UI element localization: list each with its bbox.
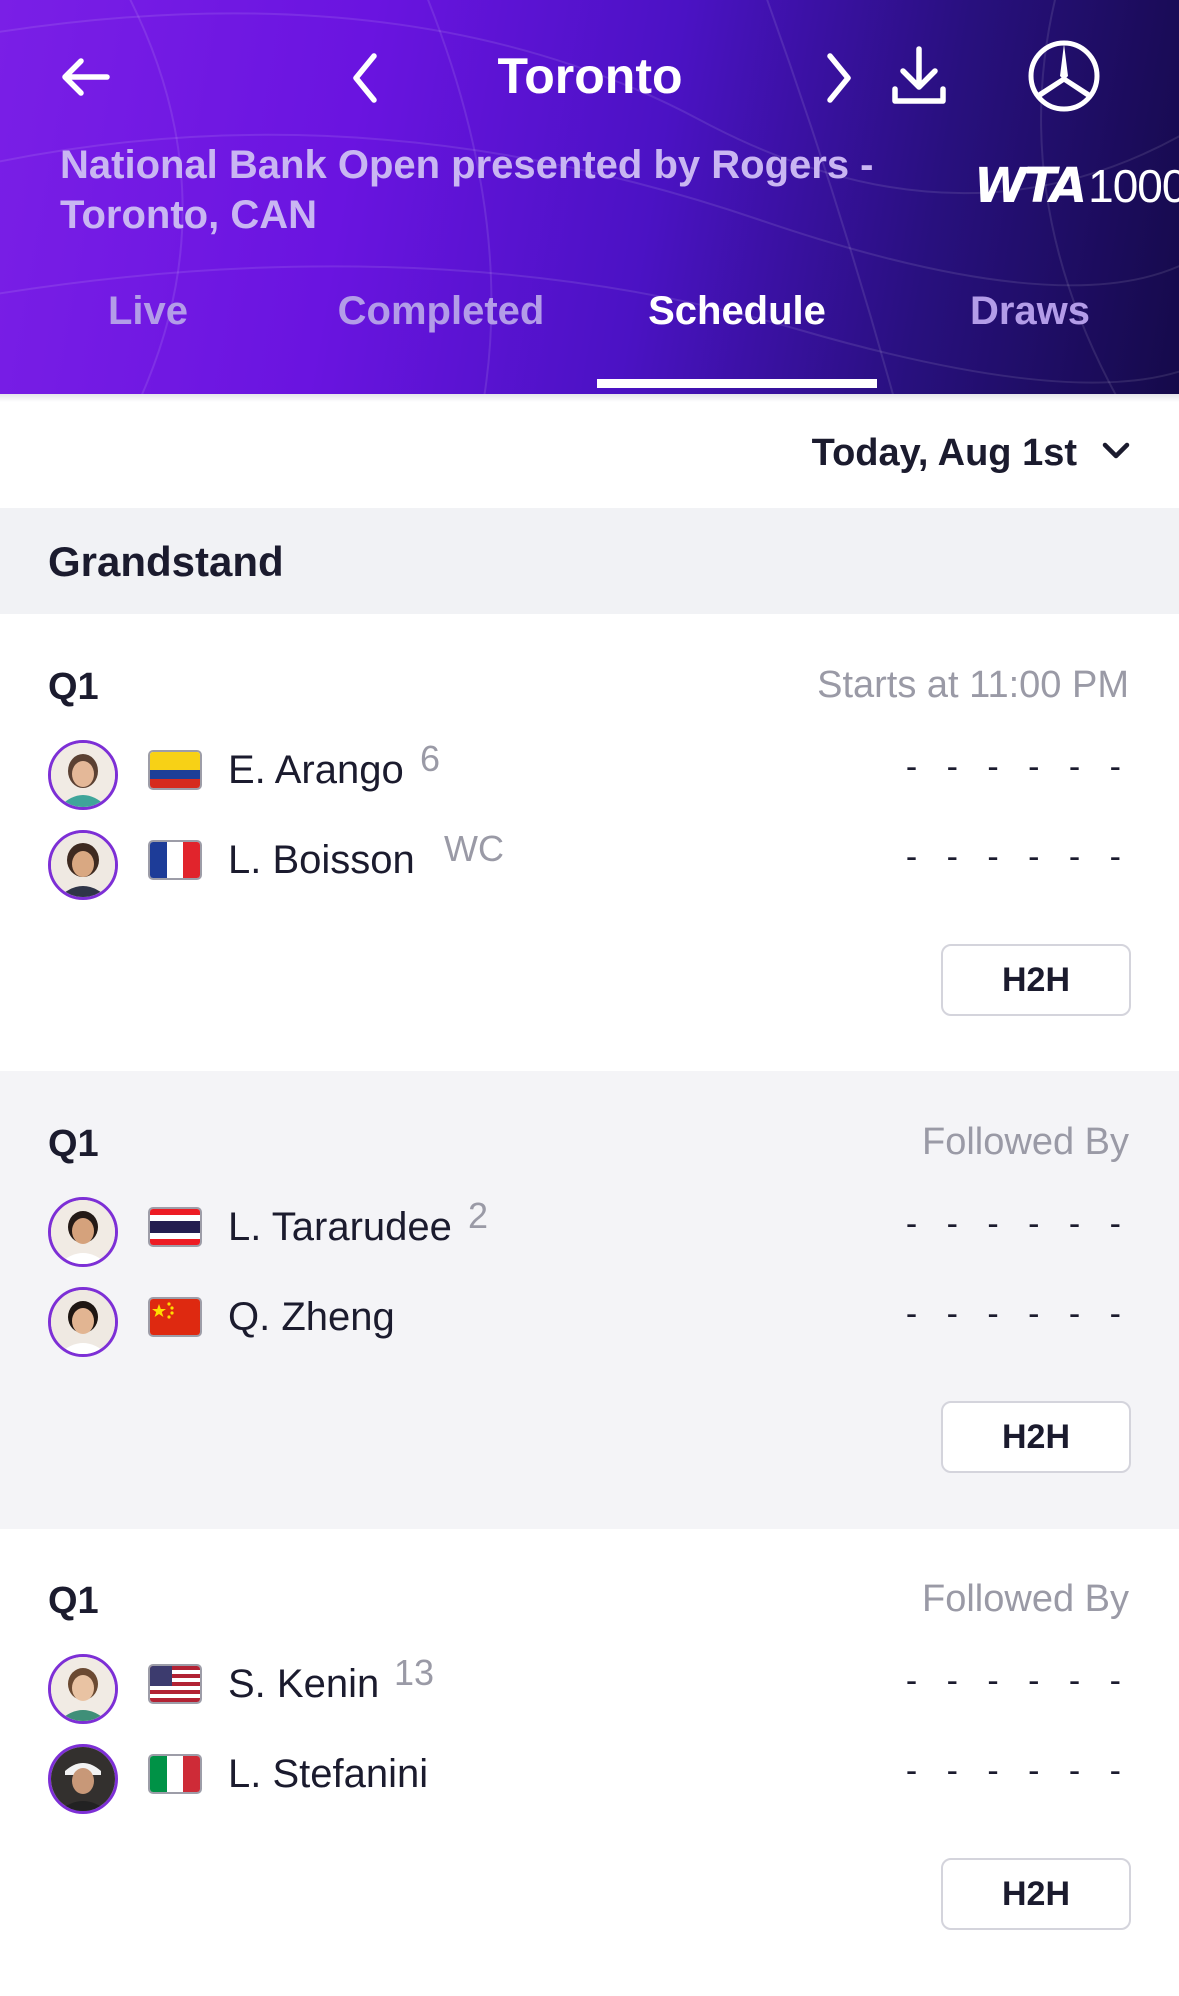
player-row[interactable]: E. Arango 6 - - - - - - <box>48 738 1131 810</box>
h2h-button[interactable]: H2H <box>941 1401 1131 1473</box>
player-score: - - - - - - <box>905 1752 1131 1790</box>
download-icon[interactable] <box>884 40 954 114</box>
flag-italy-icon <box>148 1754 202 1794</box>
player-row[interactable]: S. Kenin 13 - - - - - - <box>48 1652 1131 1724</box>
player-row[interactable]: L. Stefanini - - - - - - <box>48 1742 1131 1814</box>
flag-colombia-icon <box>148 750 202 790</box>
player-name: E. Arango <box>228 748 404 792</box>
player-avatar <box>48 830 118 900</box>
player-avatar <box>48 1197 118 1267</box>
player-avatar <box>48 1287 118 1357</box>
tab-schedule[interactable]: Schedule <box>620 278 854 344</box>
chevron-left-icon[interactable] <box>338 46 392 110</box>
tournament-name-line-2: Toronto, CAN <box>60 193 317 237</box>
tournament-name-line-1: National Bank Open presented by Rogers - <box>60 143 874 187</box>
match-card[interactable]: Q1 Starts at 11:00 PM E. Arango 6 - - - … <box>0 614 1179 1072</box>
match-status: Followed By <box>922 1578 1129 1620</box>
date-label: Today, Aug 1st <box>811 432 1077 474</box>
match-status: Starts at 11:00 PM <box>817 664 1129 706</box>
wta-1000-logo: WTA 1000 <box>974 158 1179 214</box>
court-header: Grandstand <box>0 508 1179 614</box>
player-score: - - - - - - <box>905 1205 1131 1243</box>
player-avatar <box>48 1744 118 1814</box>
header-shadow <box>0 394 1179 402</box>
player-name: L. Boisson <box>228 838 415 882</box>
flag-china-icon <box>148 1297 202 1337</box>
tournament-header: Toronto National Bank Open presented by … <box>0 0 1179 394</box>
back-arrow-icon[interactable] <box>50 46 120 108</box>
player-name: S. Kenin <box>228 1662 380 1706</box>
tab-live[interactable]: Live <box>60 278 236 344</box>
tab-completed[interactable]: Completed <box>320 278 562 344</box>
player-avatar <box>48 1654 118 1724</box>
player-score: - - - - - - <box>905 1295 1131 1333</box>
player-name: L. Stefanini <box>228 1752 429 1796</box>
player-avatar <box>48 740 118 810</box>
h2h-button[interactable]: H2H <box>941 944 1131 1016</box>
player-row[interactable]: L. Boisson WC - - - - - - <box>48 828 1131 900</box>
active-tab-indicator <box>597 379 877 388</box>
match-round: Q1 <box>48 1123 99 1165</box>
wta-logo-text: WTA <box>974 158 1087 214</box>
match-card[interactable]: Q1 Followed By L. Tararudee 2 - - - - - … <box>0 1071 1179 1529</box>
player-score: - - - - - - <box>905 748 1131 786</box>
player-name: L. Tararudee <box>228 1205 452 1249</box>
player-seed: WC <box>444 828 504 869</box>
player-seed: 6 <box>420 738 441 779</box>
tab-draws[interactable]: Draws <box>940 278 1120 344</box>
tier-logo-text: 1000 <box>1088 160 1179 212</box>
player-row[interactable]: L. Tararudee 2 - - - - - - <box>48 1195 1131 1267</box>
page-title: Toronto <box>497 48 683 104</box>
player-seed: 2 <box>468 1195 489 1236</box>
date-row: Today, Aug 1st <box>0 404 1179 508</box>
player-seed: 13 <box>394 1652 435 1693</box>
match-card[interactable]: Q1 Followed By S. Kenin 13 - - - - - - L… <box>0 1528 1179 1986</box>
player-name: Q. Zheng <box>228 1295 395 1339</box>
flag-france-icon <box>148 840 202 880</box>
mercedes-logo-icon[interactable] <box>1024 36 1104 116</box>
court-name: Grandstand <box>48 538 284 585</box>
player-score: - - - - - - <box>905 1662 1131 1700</box>
tab-bar: Live Completed Schedule Draws <box>0 278 1179 394</box>
player-score: - - - - - - <box>905 838 1131 876</box>
tournament-name: National Bank Open presented by Rogers -… <box>60 140 920 240</box>
chevron-right-icon[interactable] <box>812 46 866 110</box>
h2h-button[interactable]: H2H <box>941 1858 1131 1930</box>
chevron-down-icon <box>1101 441 1131 466</box>
match-round: Q1 <box>48 666 99 708</box>
flag-usa-icon <box>148 1664 202 1704</box>
match-round: Q1 <box>48 1580 99 1622</box>
match-status: Followed By <box>922 1121 1129 1163</box>
flag-thailand-icon <box>148 1207 202 1247</box>
date-picker[interactable]: Today, Aug 1st <box>812 432 1131 475</box>
player-row[interactable]: Q. Zheng - - - - - - <box>48 1285 1131 1357</box>
